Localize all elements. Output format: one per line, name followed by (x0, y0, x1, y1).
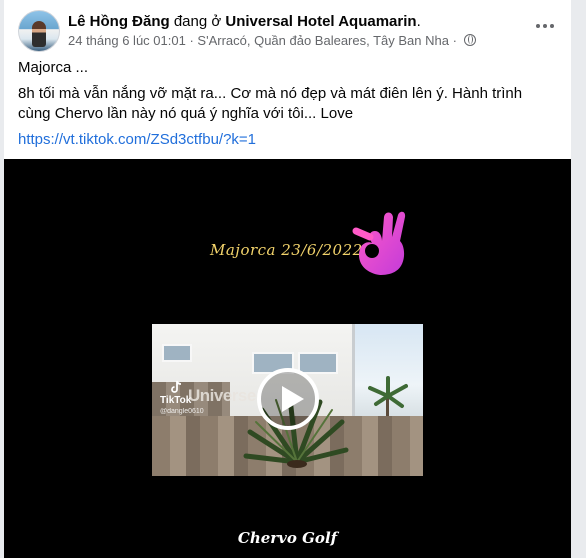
tiktok-watermark: TikTok @dangle0610 (160, 380, 204, 417)
meta-separator-2: · (452, 33, 457, 48)
author-name[interactable]: Lê Hồng Đăng (68, 13, 170, 30)
play-icon[interactable] (257, 368, 319, 430)
video-thumbnail[interactable]: Universe TikTok @dangle0610 (152, 324, 423, 476)
author-avatar[interactable] (18, 10, 60, 52)
author-line: Lê Hồng Đăng đang ở Universal Hotel Aqua… (68, 12, 421, 31)
post-link[interactable]: https://vt.tiktok.com/ZSd3ctfbu/?k=1 (18, 130, 557, 150)
post-text-line1: Majorca ... (18, 59, 89, 76)
avatar-photo (32, 21, 46, 47)
ok-hand-emoji (352, 211, 406, 275)
tiktok-username: @dangle0610 (160, 408, 204, 415)
post-header: Lê Hồng Đăng đang ở Universal Hotel Aqua… (18, 10, 557, 52)
post-place[interactable]: S'Arracó, Quần đảo Baleares, Tây Ban Nha (197, 33, 449, 48)
location-link[interactable]: Universal Hotel Aquamarin (225, 13, 416, 30)
more-options-icon[interactable] (533, 14, 557, 38)
video-overlay-title: Majorca 23/6/2022 (210, 241, 363, 259)
video-player[interactable]: Majorca 23/6/2022 Universe TikTok @dangl… (4, 159, 571, 558)
tiktok-logo-icon (171, 380, 182, 393)
post-text-body: 8h tối mà vẫn nắng vỡ mặt ra... Cơ mà nó… (18, 85, 523, 122)
meta-separator: · (189, 33, 194, 48)
video-footer-text: Chervo Golf (237, 529, 338, 547)
location-prefix: đang ở (173, 13, 222, 30)
location-suffix: . (416, 13, 421, 30)
post-card: Lê Hồng Đăng đang ở Universal Hotel Aqua… (4, 0, 571, 558)
tiktok-brand: TikTok (160, 395, 192, 406)
post-meta: 24 tháng 6 lúc 01:01 · S'Arracó, Quần đả… (68, 32, 476, 49)
post-timestamp[interactable]: 24 tháng 6 lúc 01:01 (68, 33, 186, 48)
globe-icon[interactable] (463, 34, 476, 46)
